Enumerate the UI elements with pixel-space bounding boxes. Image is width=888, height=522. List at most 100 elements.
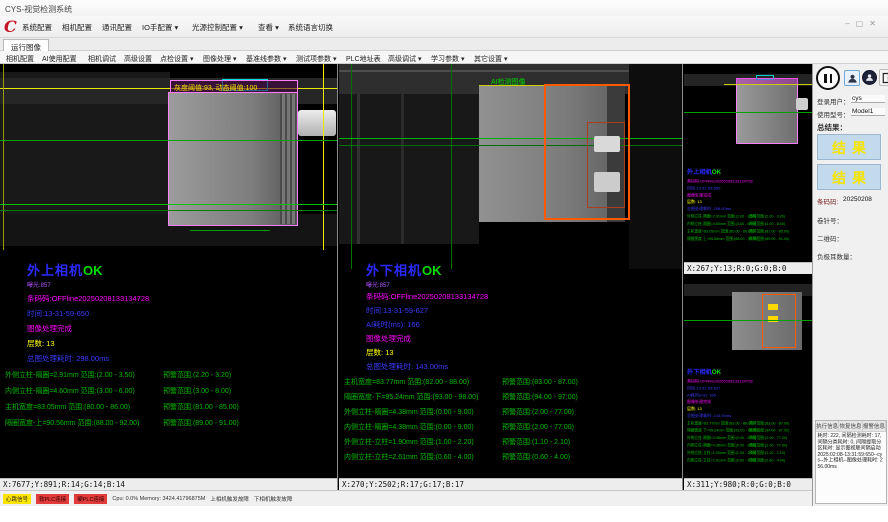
warn-range: 预警范围:(3.00 - 8.00) xyxy=(749,221,785,227)
measure-value: 主机宽度=83.05mm 范围:(80.00 - 86.00) xyxy=(687,228,749,234)
machine-rib xyxy=(357,94,360,244)
measure-value: 主机宽度=83.77mm 范围:(82.00 - 88.00) xyxy=(687,420,749,426)
menu-light-config[interactable]: 光源控制配置 ▾ xyxy=(192,22,243,33)
overlay-line-green xyxy=(684,112,812,113)
result-ok: OK xyxy=(712,369,721,376)
small-top-coord-readout: X:267;Y:13;R:0;G:0;B:0 xyxy=(684,262,812,274)
tb-baseline-params[interactable]: 基准线参数 ▾ xyxy=(246,54,286,64)
measure-value: 外侧立柱-立柱=1.90mm 范围:(1.00 - 2.20) xyxy=(687,450,749,456)
cpu-memory-readout: Cpu: 0.0% Memory: 3424.41796875M xyxy=(112,496,205,502)
menu-system-config[interactable]: 系统配置 xyxy=(22,22,52,33)
info-tab-exec[interactable]: 执行信息 xyxy=(816,421,839,431)
user-login-button[interactable] xyxy=(844,70,860,86)
overlay-line-yellow-v xyxy=(323,64,324,250)
menu-language-switch[interactable]: 系统语言切换 xyxy=(288,22,333,33)
measurement-row: 隔圈宽度-下=95.24mm 范围:(93.00 - 98.00)预警范围:(9… xyxy=(687,427,811,433)
panel-barcode-value: 20250208 xyxy=(843,196,872,203)
menu-io-config[interactable]: IO手配置 ▾ xyxy=(142,22,178,33)
measurement-row: 外侧立柱-立柱=1.90mm 范围:(1.00 - 2.20)预警范围:(1.1… xyxy=(344,437,680,447)
measurement-row: 内侧立柱-隔圈=4.60mm 范围:(3.00 - 6.00)预警范围:(3.0… xyxy=(687,221,811,227)
middle-camera-canvas[interactable]: AI检测图像 xyxy=(339,64,682,269)
left-result-text: 外上相机OK 曝光:857 条码码:OFFline202502081331347… xyxy=(5,260,335,428)
tb-spot-check-settings[interactable]: 点检设置 ▾ xyxy=(160,54,193,64)
middle-time: 时间:13-31-59-627 xyxy=(366,305,680,316)
threshold-strip xyxy=(736,78,798,84)
measurement-row: 外侧立柱-隔圈=2.91mm 范围:(2.00 - 3.50)预警范围:(2.2… xyxy=(5,370,335,380)
info-tab-restore[interactable]: 恢复信息 xyxy=(839,421,862,431)
left-elapsed: 总图处理耗时: 298.00ms xyxy=(27,353,335,364)
measure-value: 内侧立柱-隔圈=4.60mm 范围:(3.00 - 6.00) xyxy=(5,386,163,396)
minimize-icon[interactable]: – xyxy=(845,19,855,28)
small-bottom-result-text: 外下相机OK 条码码:OFFline20250208133134728 时间:1… xyxy=(687,366,811,463)
middle-camera-title: 外下相机 xyxy=(366,263,422,278)
measure-value: 外侧立柱-立柱=1.90mm 范围:(1.00 - 2.20) xyxy=(344,437,502,447)
warn-range: 预警范围:(83.00 - 87.00) xyxy=(749,420,789,426)
small-bottom-canvas[interactable] xyxy=(684,280,812,360)
tb-advanced-settings[interactable]: 高级设置 xyxy=(124,54,152,64)
main-display-area: 灰度阈值:93, 动态阈值:100 外上相机OK 曝光:857 条码码:OFFl… xyxy=(0,64,888,506)
measurement-row: 内侧立柱-立柱=2.61mm 范围:(0.60 - 4.00)预警范围:(0.6… xyxy=(344,452,680,462)
warn-range: 预警范围:(3.00 - 8.00) xyxy=(163,386,231,396)
warn-range: 预警范围:(2.00 - 77.00) xyxy=(502,407,574,417)
menu-comm-config[interactable]: 通讯配置 xyxy=(102,22,132,33)
ai-time: AI耗时(ms): 166 xyxy=(687,391,811,397)
measurement-row: 外侧立柱-立柱=1.90mm 范围:(1.00 - 2.20)预警范围:(1.1… xyxy=(687,450,811,456)
small-top-result-text: 外上相机OK 条码码:OFFline20250208133134728 时间:1… xyxy=(687,166,811,241)
gripper-arm xyxy=(796,98,808,110)
maximize-icon[interactable]: ▢ xyxy=(856,19,870,28)
tb-camera-config[interactable]: 相机配置 xyxy=(6,54,34,64)
warn-range: 预警范围:(2.00 - 77.00) xyxy=(749,442,787,448)
tb-test-item-params[interactable]: 测试项参数 ▾ xyxy=(296,54,336,64)
warn-range: 预警范围:(0.60 - 4.00) xyxy=(502,452,570,462)
measurement-row: 内侧立柱-隔圈=4.38mm 范围:(0.00 - 9.00)预警范围:(2.0… xyxy=(344,422,680,432)
small-top-canvas[interactable] xyxy=(684,68,812,162)
warn-range: 预警范围:(0.60 - 4.00) xyxy=(749,457,785,463)
operator-button[interactable] xyxy=(862,70,877,85)
menu-bar: C 系统配置 相机配置 通讯配置 IO手配置 ▾ 光源控制配置 ▾ 查看 ▾ 系… xyxy=(0,16,888,38)
yellow-marker-2 xyxy=(768,316,778,322)
overlay-line-green-1 xyxy=(0,140,337,141)
warn-range: 预警范围:(2.20 - 3.20) xyxy=(163,370,231,380)
info-log-box: 执行信息 恢复信息 报警信息 耗时: 222, 间隔检测耗时: 17, 间隔分类… xyxy=(815,420,887,504)
layers: 层数: 13 xyxy=(687,198,811,204)
exit-button[interactable] xyxy=(879,69,888,86)
model-value[interactable]: Model1 xyxy=(851,108,885,116)
middle-coord-readout: X:270;Y:2502;R:17;G:17;B:17 xyxy=(339,478,682,490)
info-tab-alarm[interactable]: 报警信息 xyxy=(863,421,886,431)
tb-learning-params[interactable]: 学习参数 ▾ xyxy=(431,54,464,64)
warn-range: 预警范围:(89.00 - 91.00) xyxy=(163,418,239,428)
tb-image-processing[interactable]: 图像处理 ▾ xyxy=(203,54,236,64)
overlay-line-green-2 xyxy=(0,204,337,205)
measurement-row: 外侧立柱-隔圈=2.91mm 范围:(2.00 - 3.50)预警范围:(2.2… xyxy=(687,213,811,219)
measurement-row: 主机宽度=83.05mm 范围:(80.00 - 86.00)预警范围:(81.… xyxy=(687,228,811,234)
warn-range: 预警范围:(89.00 - 91.00) xyxy=(749,235,789,241)
pause-button[interactable] xyxy=(816,66,840,90)
warn-range: 预警范围:(2.00 - 77.00) xyxy=(502,422,574,432)
tb-camera-debug[interactable]: 相机调试 xyxy=(88,54,116,64)
tb-advanced-debug[interactable]: 高级调试 ▾ xyxy=(388,54,421,64)
measure-value: 内侧立柱-隔圈=4.38mm 范围:(0.00 - 9.00) xyxy=(344,422,502,432)
overlay-line-yellow-v-left xyxy=(3,64,4,250)
tab-count-label: 负极耳数量： xyxy=(817,251,856,261)
yellow-marker-1 xyxy=(768,304,778,310)
warn-range: 预警范围:(94.00 - 97.00) xyxy=(749,427,789,433)
heartbeat-indicator: 心跳信号 xyxy=(3,494,31,504)
measure-value: 隔圈宽度-上=90.56mm 范围:(88.00 - 92.00) xyxy=(5,418,163,428)
menu-view[interactable]: 查看 ▾ xyxy=(258,22,279,33)
measure-value: 内侧立柱-立柱=2.61mm 范围:(0.60 - 4.00) xyxy=(344,452,502,462)
tb-ai-usage-config[interactable]: AI使用配置 xyxy=(42,54,77,64)
warn-range: 预警范围:(81.00 - 85.00) xyxy=(163,402,239,412)
measure-value: 隔圈宽度-下=95.24mm 范围:(93.00 - 98.00) xyxy=(687,427,749,433)
overlay-line-green-v1 xyxy=(351,64,352,269)
left-status: 图像处理完成 xyxy=(27,323,335,334)
login-user-value[interactable]: cys xyxy=(851,95,885,103)
left-camera-canvas[interactable]: 灰度阈值:93, 动态阈值:100 xyxy=(0,64,337,250)
tb-other-settings[interactable]: 其它设置 ▾ xyxy=(474,54,507,64)
inner-rect-brown xyxy=(587,122,625,208)
close-icon[interactable]: ✕ xyxy=(869,19,882,28)
tb-plc-address-table[interactable]: PLC地址表 xyxy=(346,54,381,64)
tab-run-image[interactable]: 运行图像 xyxy=(3,39,49,51)
machine-background xyxy=(339,94,479,244)
menu-camera-config[interactable]: 相机配置 xyxy=(62,22,92,33)
left-layers: 层数: 13 xyxy=(27,338,335,349)
